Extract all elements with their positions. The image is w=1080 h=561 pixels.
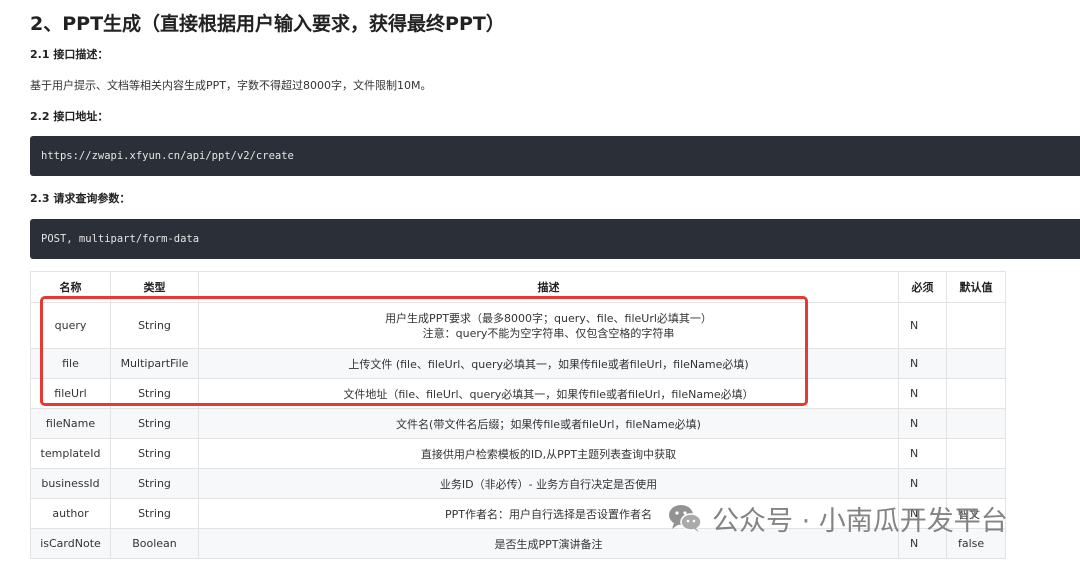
- section-title-description: 2.1 接口描述：: [30, 48, 109, 61]
- param-default: [946, 468, 1006, 499]
- param-required: N: [898, 408, 947, 439]
- param-required: N: [898, 302, 947, 349]
- param-type: String: [110, 408, 199, 439]
- param-default: [946, 302, 1006, 349]
- param-default: [946, 408, 1006, 439]
- column-header-description: 描述: [198, 271, 899, 303]
- column-header-type: 类型: [110, 271, 199, 303]
- param-description: 用户生成PPT要求（最多8000字；query、file、fileUrl必填其一…: [198, 302, 899, 349]
- param-default: [946, 378, 1006, 409]
- param-required: N: [898, 378, 947, 409]
- param-type: MultipartFile: [110, 348, 199, 379]
- param-description: 业务ID（非必传）- 业务方自行决定是否使用: [198, 468, 899, 499]
- param-type: String: [110, 378, 199, 409]
- param-default: [946, 348, 1006, 379]
- param-type: String: [110, 302, 199, 349]
- param-required: N: [898, 348, 947, 379]
- url-code-block: https://zwapi.xfyun.cn/api/ppt/v2/create: [30, 136, 1080, 176]
- watermark-text: 公众号 · 小南瓜开发平台: [712, 505, 1008, 537]
- param-required: N: [898, 468, 947, 499]
- param-name: author: [30, 498, 111, 529]
- interface-description-text: 基于用户提示、文档等相关内容生成PPT，字数不得超过8000字，文件限制10M。: [30, 79, 432, 92]
- table-header-row: 名称 类型 描述 必须 默认值: [30, 271, 1006, 303]
- table-row: query String 用户生成PPT要求（最多8000字；query、fil…: [30, 302, 1006, 349]
- param-description: 文件地址（file、fileUrl、query必填其一，如果传file或者fil…: [198, 378, 899, 409]
- page-heading: 2、PPT生成（直接根据用户输入要求，获得最终PPT）: [30, 13, 505, 35]
- param-name: businessId: [30, 468, 111, 499]
- param-type: String: [110, 468, 199, 499]
- wechat-icon: [667, 503, 703, 533]
- param-name: query: [30, 302, 111, 349]
- param-type: String: [110, 498, 199, 529]
- table-row: file MultipartFile 上传文件 (file、fileUrl、qu…: [30, 348, 1006, 379]
- param-required: N: [898, 438, 947, 469]
- param-name: file: [30, 348, 111, 379]
- table-row: fileName String 文件名(带文件名后缀；如果传file或者file…: [30, 408, 1006, 439]
- watermark: 公众号 · 小南瓜开发平台: [667, 498, 1008, 538]
- column-header-default: 默认值: [946, 271, 1006, 303]
- table-row: fileUrl String 文件地址（file、fileUrl、query必填…: [30, 378, 1006, 409]
- api-url: https://zwapi.xfyun.cn/api/ppt/v2/create: [41, 150, 294, 162]
- param-description: 上传文件 (file、fileUrl、query必填其一，如果传file或者fi…: [198, 348, 899, 379]
- section-title-params: 2.3 请求查询参数：: [30, 192, 131, 205]
- column-header-name: 名称: [30, 271, 111, 303]
- param-name: templateId: [30, 438, 111, 469]
- param-name: fileUrl: [30, 378, 111, 409]
- http-method: POST, multipart/form-data: [41, 233, 200, 245]
- param-description: 直接供用户检索模板的ID,从PPT主题列表查询中获取: [198, 438, 899, 469]
- param-description: 文件名(带文件名后缀；如果传file或者fileUrl，fileName必填): [198, 408, 899, 439]
- table-row: templateId String 直接供用户检索模板的ID,从PPT主题列表查…: [30, 438, 1006, 469]
- param-type: String: [110, 438, 199, 469]
- table-row: businessId String 业务ID（非必传）- 业务方自行决定是否使用…: [30, 468, 1006, 499]
- param-default: [946, 438, 1006, 469]
- param-type: Boolean: [110, 528, 199, 559]
- param-description-line1: 用户生成PPT要求（最多8000字；query、file、fileUrl必填其一…: [385, 311, 712, 325]
- param-name: isCardNote: [30, 528, 111, 559]
- section-title-address: 2.2 接口地址：: [30, 110, 109, 123]
- column-header-required: 必须: [898, 271, 947, 303]
- method-code-block: POST, multipart/form-data: [30, 219, 1080, 259]
- param-description-line2: 注意：query不能为空字符串、仅包含空格的字符串: [422, 326, 675, 340]
- param-name: fileName: [30, 408, 111, 439]
